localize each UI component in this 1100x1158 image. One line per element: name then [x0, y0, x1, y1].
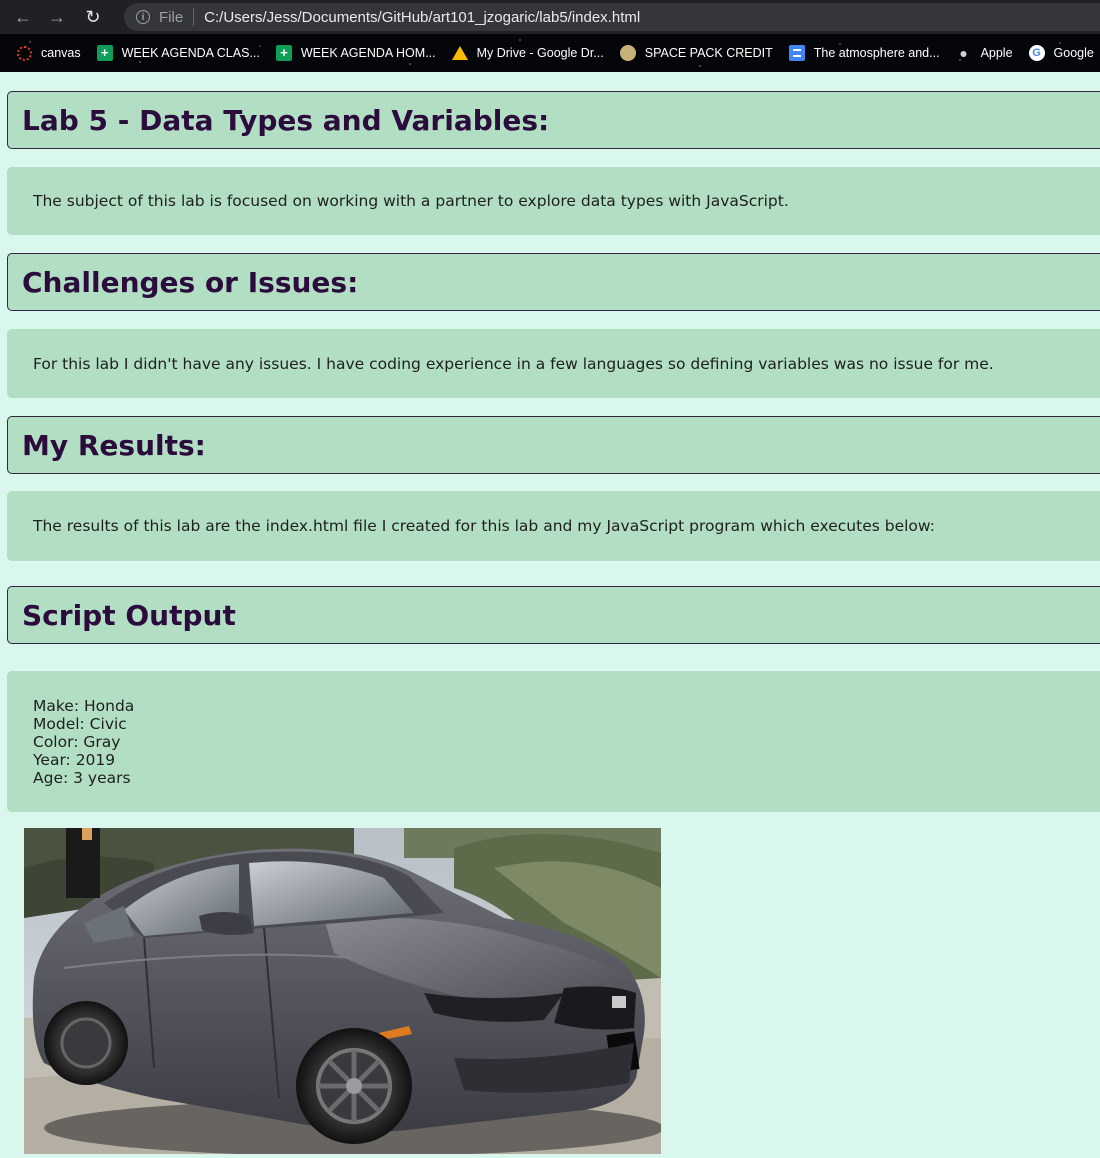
bookmark-week-agenda-home[interactable]: + WEEK AGENDA HOM... [275, 45, 436, 61]
script-output-box: Make: Honda Model: Civic Color: Gray Yea… [7, 671, 1100, 812]
sheets-icon: + [96, 45, 113, 61]
output-line-age: Age: 3 years [33, 769, 131, 787]
bookmark-google[interactable]: G Google [1028, 45, 1094, 61]
output-line-model: Model: Civic [33, 715, 127, 733]
bookmark-atmosphere[interactable]: The atmosphere and... [788, 45, 940, 61]
space-pack-icon [619, 45, 636, 61]
page-content: Lab 5 - Data Types and Variables: The su… [0, 72, 1100, 1158]
results-text: The results of this lab are the index.ht… [33, 517, 935, 535]
address-bar[interactable]: i File C:/Users/Jess/Documents/GitHub/ar… [124, 3, 1100, 31]
google-icon: G [1028, 45, 1045, 61]
page-title: Lab 5 - Data Types and Variables: [22, 103, 550, 137]
bookmarks-bar: canvas + WEEK AGENDA CLAS... + WEEK AGEN… [0, 34, 1100, 72]
bookmark-label: My Drive - Google Dr... [476, 46, 604, 60]
browser-toolbar: ← → ↻ i File C:/Users/Jess/Documents/Git… [0, 0, 1100, 34]
section-header-challenges: Challenges or Issues: [7, 253, 1100, 311]
docs-icon [788, 45, 805, 61]
section-header-intro: Lab 5 - Data Types and Variables: [7, 91, 1100, 149]
section-body-results: The results of this lab are the index.ht… [7, 491, 1100, 561]
divider [193, 8, 195, 26]
results-heading: My Results: [22, 428, 206, 462]
section-body-intro: The subject of this lab is focused on wo… [7, 167, 1100, 235]
canvas-icon [16, 45, 32, 61]
bookmark-space-pack-credit[interactable]: SPACE PACK CREDIT [619, 45, 773, 61]
output-line-year: Year: 2019 [33, 751, 116, 769]
url-text[interactable]: C:/Users/Jess/Documents/GitHub/art101_jz… [204, 9, 640, 26]
car-photo [24, 828, 661, 1154]
output-line-make: Make: Honda [33, 697, 135, 715]
info-icon[interactable]: i [136, 10, 150, 24]
intro-text: The subject of this lab is focused on wo… [33, 192, 789, 210]
section-body-challenges: For this lab I didn't have any issues. I… [7, 329, 1100, 398]
bookmark-label: WEEK AGENDA HOM... [300, 46, 436, 60]
bookmark-label: canvas [41, 46, 81, 60]
apple-icon: ● [959, 45, 968, 61]
challenges-heading: Challenges or Issues: [22, 265, 359, 299]
output-line-color: Color: Gray [33, 733, 121, 751]
challenges-text: For this lab I didn't have any issues. I… [33, 354, 994, 373]
bookmark-label: Google [1053, 46, 1094, 60]
file-scheme-label: File [159, 8, 184, 26]
bookmark-week-agenda-class[interactable]: + WEEK AGENDA CLAS... [96, 45, 260, 61]
section-header-results: My Results: [7, 416, 1100, 474]
section-header-output: Script Output [7, 586, 1100, 644]
drive-icon [451, 45, 468, 61]
output-heading: Script Output [22, 598, 236, 632]
reload-icon[interactable]: ↻ [82, 6, 104, 28]
bookmark-apple[interactable]: ● Apple [956, 45, 1013, 61]
back-arrow-icon[interactable]: ← [12, 6, 34, 28]
bookmark-canvas[interactable]: canvas [16, 45, 81, 61]
bookmark-label: Apple [980, 46, 1013, 60]
forward-arrow-icon[interactable]: → [46, 6, 68, 28]
sheets-icon: + [275, 45, 292, 61]
bookmark-label: WEEK AGENDA CLAS... [121, 46, 260, 60]
bookmark-my-drive[interactable]: My Drive - Google Dr... [451, 45, 604, 61]
bookmark-label: The atmosphere and... [813, 46, 940, 60]
bookmark-label: SPACE PACK CREDIT [644, 46, 773, 60]
